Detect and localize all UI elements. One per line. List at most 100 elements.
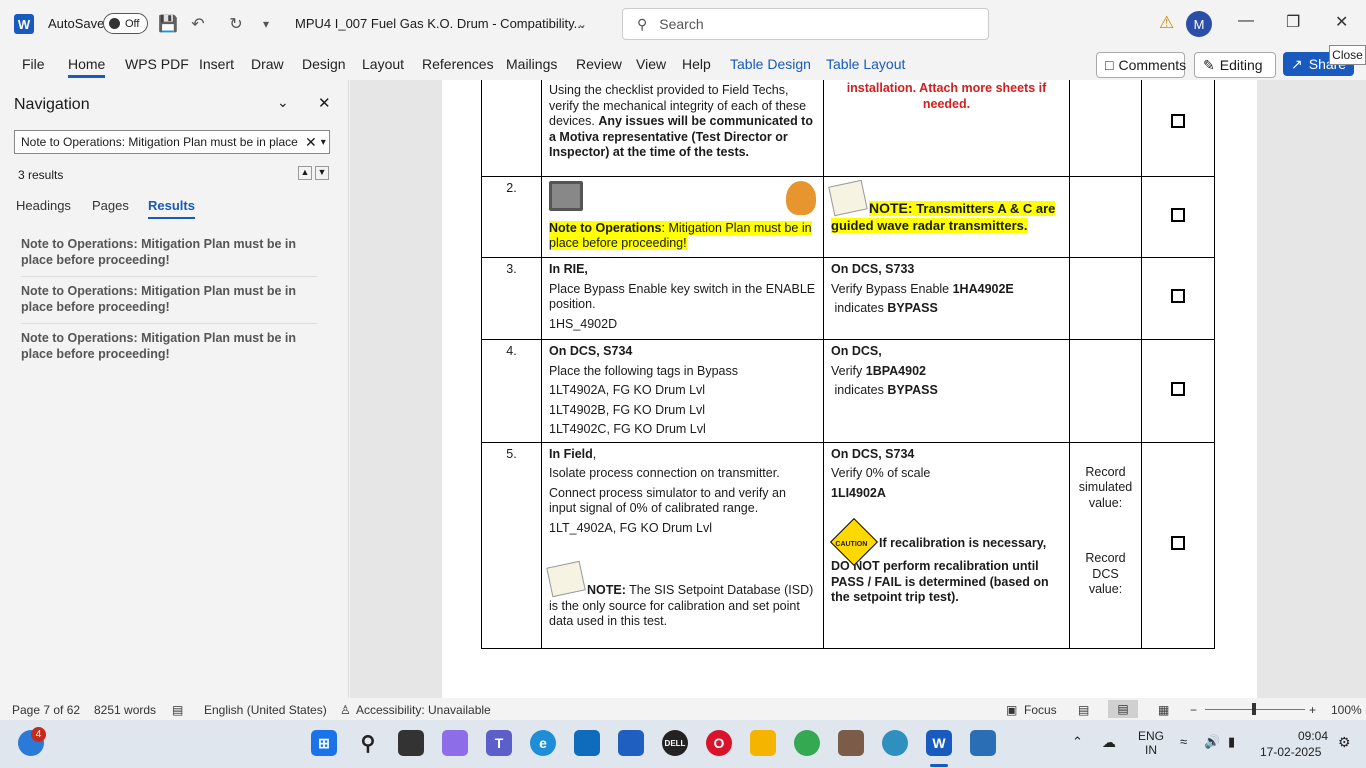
record-cell[interactable] <box>1069 176 1142 258</box>
tab-design[interactable]: Design <box>302 56 346 72</box>
verify-cell[interactable]: On DCS, S734 Verify 0% of scale 1LI4902A… <box>823 441 1070 649</box>
close-icon[interactable]: ✕ <box>1335 12 1348 32</box>
zoom-level[interactable]: 100% <box>1331 703 1362 717</box>
editing-mode-button[interactable]: ✎ Editing <box>1194 52 1276 78</box>
print-layout-icon[interactable]: ▤ <box>1108 700 1138 718</box>
accessibility-status[interactable]: Accessibility: Unavailable <box>356 703 491 717</box>
autosave-toggle[interactable]: Off <box>103 13 148 34</box>
tab-insert[interactable]: Insert <box>199 56 234 72</box>
web-layout-icon[interactable]: ▦ <box>1158 703 1169 717</box>
checkbox-cell[interactable] <box>1141 80 1215 177</box>
page-indicator[interactable]: Page 7 of 62 <box>12 703 80 717</box>
search-result-item[interactable]: Note to Operations: Mitigation Plan must… <box>21 236 317 277</box>
network-status-icon[interactable]: ☁ <box>1102 734 1116 751</box>
teams-icon[interactable]: T <box>486 730 512 756</box>
record-cell[interactable]: Record simulated value: Record DCS value… <box>1069 441 1142 649</box>
opera-icon[interactable]: O <box>706 730 732 756</box>
record-cell[interactable] <box>1069 257 1142 340</box>
word-taskbar-icon[interactable]: W <box>926 730 952 756</box>
warning-icon[interactable]: ⚠ <box>1159 13 1174 33</box>
tab-table-design[interactable]: Table Design <box>730 56 811 72</box>
verify-cell[interactable]: On DCS, S733 Verify Bypass Enable 1HA490… <box>823 257 1070 340</box>
app-icon[interactable] <box>838 730 864 756</box>
checkbox-cell[interactable] <box>1141 257 1215 340</box>
step-action-cell[interactable]: Note to Operations: Mitigation Plan must… <box>541 176 824 258</box>
record-cell[interactable] <box>1069 80 1142 177</box>
checkbox-cell[interactable] <box>1141 339 1215 443</box>
chevron-down-icon[interactable]: ⌄ <box>277 94 289 111</box>
tab-home[interactable]: Home <box>68 56 106 78</box>
file-explorer-icon[interactable] <box>750 730 776 756</box>
navigation-search-input[interactable]: Note to Operations: Mitigation Plan must… <box>14 130 330 154</box>
dell-icon[interactable]: DELL <box>662 730 688 756</box>
checkbox[interactable] <box>1171 114 1185 129</box>
close-pane-icon[interactable]: ✕ <box>318 94 331 112</box>
tab-headings[interactable]: Headings <box>16 198 71 213</box>
search-result-item[interactable]: Note to Operations: Mitigation Plan must… <box>21 283 317 324</box>
tab-references[interactable]: References <box>422 56 494 72</box>
checkbox-cell[interactable] <box>1141 176 1215 258</box>
word-count[interactable]: 8251 words <box>94 703 156 717</box>
language-tray[interactable]: ENG IN <box>1138 729 1164 757</box>
clock[interactable]: 09:04 <box>1290 729 1328 744</box>
title-chevron-down-icon[interactable]: ⌄ <box>572 14 592 34</box>
notification-bell-icon[interactable]: ⚙ <box>1338 734 1351 751</box>
edge-icon[interactable]: e <box>530 730 556 756</box>
checkbox[interactable] <box>1171 535 1185 550</box>
comments-button[interactable]: □ Comments <box>1096 52 1186 78</box>
tab-help[interactable]: Help <box>682 56 711 72</box>
weather-icon[interactable] <box>882 730 908 756</box>
checkbox[interactable] <box>1171 207 1185 222</box>
step-action-cell[interactable]: On DCS, S734 Place the following tags in… <box>541 339 824 443</box>
checkbox[interactable] <box>1171 381 1185 396</box>
power-automate-icon[interactable] <box>618 730 644 756</box>
zoom-slider-thumb[interactable] <box>1252 703 1256 715</box>
verify-cell[interactable]: NOTE: Transmitters A & C are guided wave… <box>823 176 1070 258</box>
checkbox-cell[interactable] <box>1141 441 1215 649</box>
snipping-icon[interactable] <box>970 730 996 756</box>
document-title[interactable]: MPU4 I_007 Fuel Gas K.O. Drum - Compatib… <box>295 16 584 31</box>
task-view-icon[interactable] <box>398 730 424 756</box>
save-icon[interactable]: 💾 <box>158 14 178 34</box>
copilot-icon[interactable] <box>442 730 468 756</box>
search-icon[interactable]: ⚲ <box>355 730 381 756</box>
tab-view[interactable]: View <box>636 56 666 72</box>
tab-table-layout[interactable]: Table Layout <box>826 56 905 72</box>
start-icon[interactable]: ⊞ <box>311 730 337 756</box>
tab-pages[interactable]: Pages <box>92 198 129 213</box>
minimize-icon[interactable]: — <box>1238 12 1254 30</box>
volume-icon[interactable]: 🔊 <box>1204 734 1220 750</box>
next-result-icon[interactable]: ▼ <box>315 166 329 180</box>
verify-cell[interactable]: On DCS, Verify 1BPA4902 indicates BYPASS <box>823 339 1070 443</box>
verify-cell[interactable]: installation. Attach more sheets if need… <box>823 80 1070 177</box>
battery-icon[interactable]: ▮ <box>1228 734 1235 750</box>
proofing-icon[interactable]: ▤ <box>172 703 183 717</box>
zoom-in-icon[interactable]: + <box>1309 703 1316 717</box>
previous-result-icon[interactable]: ▲ <box>298 166 312 180</box>
tab-draw[interactable]: Draw <box>251 56 284 72</box>
zoom-out-icon[interactable]: − <box>1190 703 1197 717</box>
wifi-icon[interactable]: ≈ <box>1180 734 1187 749</box>
clear-search-icon[interactable]: ✕ <box>305 134 317 151</box>
step-action-cell[interactable]: Using the checklist provided to Field Te… <box>541 80 824 177</box>
step-action-cell[interactable]: In Field, Isolate process connection on … <box>541 441 824 649</box>
tab-file[interactable]: File <box>22 56 45 72</box>
avatar[interactable]: M <box>1186 11 1212 37</box>
search-result-item[interactable]: Note to Operations: Mitigation Plan must… <box>21 330 317 370</box>
language-indicator[interactable]: English (United States) <box>204 703 327 717</box>
read-mode-icon[interactable]: ▤ <box>1078 703 1089 717</box>
tray-chevron-icon[interactable]: ⌃ <box>1072 734 1083 750</box>
tab-review[interactable]: Review <box>576 56 622 72</box>
chrome-icon[interactable] <box>794 730 820 756</box>
store-icon[interactable] <box>574 730 600 756</box>
search-input[interactable]: ⚲ Search <box>622 8 989 40</box>
restore-icon[interactable]: ❐ <box>1286 12 1300 32</box>
redo-icon[interactable]: ↻ <box>226 14 246 34</box>
record-cell[interactable] <box>1069 339 1142 443</box>
tab-mailings[interactable]: Mailings <box>506 56 557 72</box>
tab-wps-pdf[interactable]: WPS PDF <box>125 56 189 72</box>
customize-quick-access-icon[interactable]: ▾ <box>256 14 276 34</box>
tab-layout[interactable]: Layout <box>362 56 404 72</box>
undo-icon[interactable]: ↶ <box>188 14 208 34</box>
clock-date[interactable]: 17-02-2025 <box>1260 745 1321 759</box>
